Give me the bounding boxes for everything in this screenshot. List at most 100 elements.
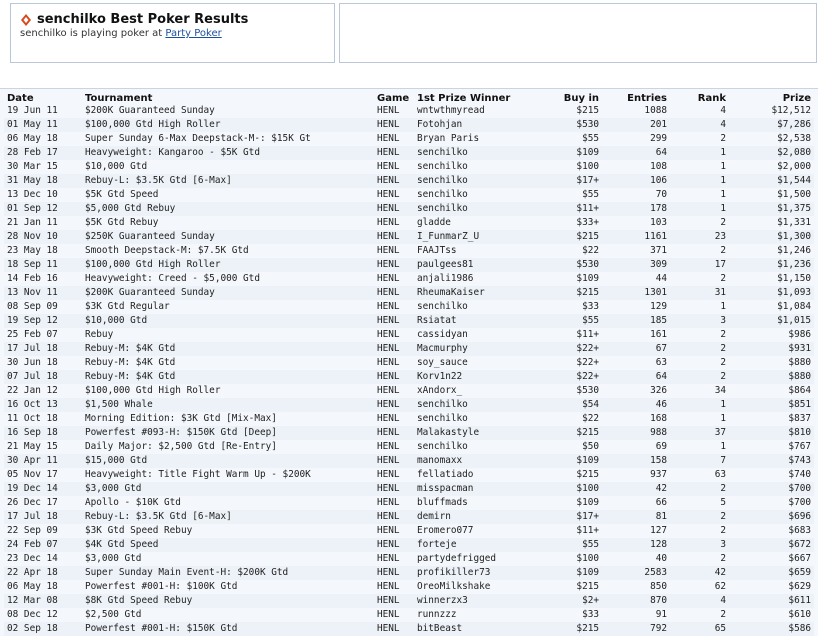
table-row[interactable]: 30 Jun 18 Rebuy-M: $4K Gtd HENL soy_sauce $2…	[4, 356, 814, 370]
cell-entries: 850	[650, 581, 667, 592]
cell-entries: 40	[655, 553, 667, 564]
cell-prize: $659	[736, 566, 814, 580]
table-row[interactable]: 21 May 15 Daily Major: $2,500 Gtd [Re-Ent…	[4, 440, 814, 454]
cell-rank: 1	[720, 441, 726, 452]
table-row[interactable]: 22 Apr 18 Super Sunday Main Event-H: $200…	[4, 566, 814, 580]
cell-prize: $1,331	[777, 217, 811, 228]
cell-tournament: $3K Gtd Speed Rebuy	[85, 525, 193, 536]
table-row[interactable]: 14 Feb 16 Heavyweight: Creed - $5,000 Gtd…	[4, 272, 814, 286]
table-row[interactable]: 05 Nov 17 Heavyweight: Title Fight Warm U…	[4, 468, 814, 482]
table-row[interactable]: 07 Jul 18 Rebuy-M: $4K Gtd HENL Korv1n22 $22…	[4, 370, 814, 384]
table-row[interactable]: 02 Sep 18 Powerfest #001-H: $150K Gtd HENL…	[4, 622, 814, 636]
table-row[interactable]: 13 Dec 10 $5K Gtd Speed HENL senchilko $55 70…	[4, 188, 814, 202]
cell-tournament: Daily Major: $2,500 Gtd [Re-Entry]	[85, 441, 277, 452]
cell-rank: 42	[670, 566, 736, 580]
table-row[interactable]: 12 Mar 08 $8K Gtd Speed Rebuy HENL winnerzx…	[4, 594, 814, 608]
cell-prize: $880	[736, 370, 814, 384]
cell-rank: 2	[670, 510, 736, 524]
cell-date: 25 Feb 07	[7, 329, 58, 340]
cell-buyin: $22+	[542, 370, 602, 384]
cell-entries: 792	[602, 622, 670, 636]
cell-entries: 67	[602, 342, 670, 356]
col-header-game[interactable]: Game	[374, 91, 414, 104]
table-row[interactable]: 06 May 18 Super Sunday 6-Max Deepstack-M-…	[4, 132, 814, 146]
table-row[interactable]: 16 Oct 13 $1,500 Whale HENL senchilko $54 46 1…	[4, 398, 814, 412]
table-row[interactable]: 06 May 18 Powerfest #001-H: $100K Gtd HENL…	[4, 580, 814, 594]
cell-date: 06 May 18	[7, 581, 58, 592]
col-header-entries[interactable]: Entries	[602, 91, 670, 104]
cell-winner: paulgees81	[414, 258, 542, 272]
cell-winner: RheumaKaiser	[414, 286, 542, 300]
cell-date: 24 Feb 07	[4, 538, 82, 552]
table-row[interactable]: 30 Apr 11 $15,000 Gtd HENL manomaxx $109 158 7…	[4, 454, 814, 468]
table-row[interactable]: 28 Nov 10 $250K Guaranteed Sunday HENL I_Fu…	[4, 230, 814, 244]
table-row[interactable]: 17 Jul 18 Rebuy-M: $4K Gtd HENL Macmurphy $2…	[4, 342, 814, 356]
cell-prize: $2,000	[777, 161, 811, 172]
title-row: senchilko Best Poker Results	[21, 12, 248, 27]
cell-entries: 371	[650, 245, 667, 256]
table-row[interactable]: 08 Dec 12 $2,500 Gtd HENL runnzzz $33 91 2 $610	[4, 608, 814, 622]
cell-entries: 937	[650, 469, 667, 480]
col-header-buyin[interactable]: Buy in	[542, 91, 602, 104]
col-header-winner[interactable]: 1st Prize Winner	[414, 91, 542, 104]
table-row[interactable]: 25 Feb 07 Rebuy HENL cassidyan $11+ 161 2 $986	[4, 328, 814, 342]
cell-game: HENL	[374, 146, 414, 160]
table-row[interactable]: 28 Feb 17 Heavyweight: Kangaroo - $5K Gtd…	[4, 146, 814, 160]
cell-rank: 2	[720, 553, 726, 564]
cell-prize: $683	[788, 525, 811, 536]
cell-entries: 63	[655, 357, 667, 368]
table-row[interactable]: 11 Oct 18 Morning Edition: $3K Gtd [Mix-M…	[4, 412, 814, 426]
cell-rank: 1	[720, 189, 726, 200]
table-row[interactable]: 01 May 11 $100,000 Gtd High Roller HENL Fot…	[4, 118, 814, 132]
cell-date: 12 Mar 08	[4, 594, 82, 608]
table-row[interactable]: 19 Sep 12 $10,000 Gtd HENL Rsiatat $55 185 3 $1…	[4, 314, 814, 328]
cell-date: 11 Oct 18	[7, 413, 58, 424]
cell-entries: 161	[650, 329, 667, 340]
cell-prize: $743	[736, 454, 814, 468]
table-row[interactable]: 23 Dec 14 $3,000 Gtd HENL partydefrigged $10…	[4, 552, 814, 566]
cell-tournament: Rebuy-M: $4K Gtd	[82, 342, 374, 356]
table-row[interactable]: 19 Dec 14 $3,000 Gtd HENL misspacman $100 42 2…	[4, 482, 814, 496]
table-row[interactable]: 18 Sep 11 $100,000 Gtd High Roller HENL pau…	[4, 258, 814, 272]
cell-prize: $1,150	[777, 273, 811, 284]
site-link[interactable]: Party Poker	[165, 28, 221, 39]
table-row[interactable]: 01 Sep 12 $5,000 Gtd Rebuy HENL senchilko $1…	[4, 202, 814, 216]
cell-entries: 44	[655, 273, 667, 284]
table-row[interactable]: 13 Nov 11 $200K Guaranteed Sunday HENL Rheu…	[4, 286, 814, 300]
table-row[interactable]: 22 Sep 09 $3K Gtd Speed Rebuy HENL Eromero0…	[4, 524, 814, 538]
cell-rank: 2	[720, 245, 726, 256]
table-row[interactable]: 22 Jan 12 $100,000 Gtd High Roller HENL xAn…	[4, 384, 814, 398]
header-divider	[0, 88, 818, 89]
table-row[interactable]: 31 May 18 Rebuy-L: $3.5K Gtd [6-Max] HENL s…	[4, 174, 814, 188]
cell-tournament: $100,000 Gtd High Roller	[82, 258, 374, 272]
cell-entries: 326	[650, 385, 667, 396]
table-row[interactable]: 21 Jan 11 $5K Gtd Rebuy HENL gladde $33+ 103 2…	[4, 216, 814, 230]
table-row[interactable]: 30 Mar 15 $10,000 Gtd HENL senchilko $100 108…	[4, 160, 814, 174]
table-row[interactable]: 24 Feb 07 $4K Gtd Speed HENL forteje $55 128 3…	[4, 538, 814, 552]
cell-rank: 2	[720, 133, 726, 144]
table-row[interactable]: 26 Dec 17 Apollo - $10K Gtd HENL bluffmads $…	[4, 496, 814, 510]
table-row[interactable]: 08 Sep 09 $3K Gtd Regular HENL senchilko $33…	[4, 300, 814, 314]
cell-rank: 2	[720, 217, 726, 228]
cell-prize: $610	[788, 609, 811, 620]
cell-rank: 4	[670, 118, 736, 132]
cell-entries: 64	[602, 370, 670, 384]
cell-buyin: $11+	[576, 525, 599, 536]
cell-date: 22 Sep 09	[7, 525, 58, 536]
col-header-prize[interactable]: Prize	[736, 91, 814, 104]
cell-date: 08 Sep 09	[7, 301, 58, 312]
col-header-date[interactable]: Date	[4, 91, 82, 104]
table-row[interactable]: 23 May 18 Smooth Deepstack-M: $7.5K Gtd HE…	[4, 244, 814, 258]
table-row[interactable]: 19 Jun 11 $200K Guaranteed Sunday HENL wntw…	[4, 104, 814, 118]
table-row[interactable]: 16 Sep 18 Powerfest #093-H: $150K Gtd [De…	[4, 426, 814, 440]
cell-rank: 1	[670, 146, 736, 160]
cell-prize: $851	[736, 398, 814, 412]
table-row[interactable]: 17 Jul 18 Rebuy-L: $3.5K Gtd [6-Max] HENL d…	[4, 510, 814, 524]
col-header-tournament[interactable]: Tournament	[82, 91, 374, 104]
col-header-rank[interactable]: Rank	[670, 91, 736, 104]
cell-winner: cassidyan	[417, 329, 468, 340]
cell-date: 19 Dec 14	[4, 482, 82, 496]
cell-prize: $1,015	[736, 314, 814, 328]
cell-date: 19 Sep 12	[4, 314, 82, 328]
cell-game: HENL	[377, 357, 400, 368]
